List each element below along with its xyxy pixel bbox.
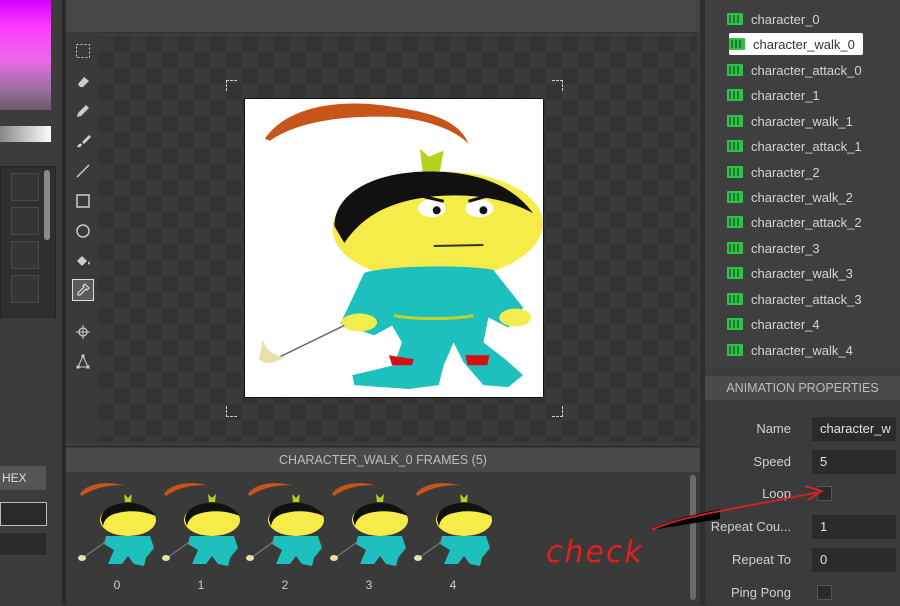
frame-thumbnail[interactable]: 2 <box>244 480 326 592</box>
pencil-icon[interactable] <box>72 100 94 122</box>
crosshair-icon[interactable] <box>72 321 94 343</box>
frame-number: 4 <box>449 578 457 592</box>
animation-label: character_1 <box>751 87 820 103</box>
color-swatch[interactable] <box>11 207 39 235</box>
color-value-field[interactable] <box>0 533 46 555</box>
sprite-image <box>244 98 544 398</box>
animation-icon <box>727 293 743 305</box>
rectangle-icon[interactable] <box>72 190 94 212</box>
canvas-corner-marker <box>226 80 237 91</box>
animation-item[interactable]: character_attack_3 <box>727 288 862 310</box>
alpha-slider[interactable] <box>0 126 51 142</box>
color-gradient-picker[interactable] <box>0 0 51 110</box>
animation-label: character_walk_4 <box>751 342 853 358</box>
animation-label: character_attack_1 <box>751 138 862 154</box>
animation-item[interactable]: character_attack_0 <box>727 59 862 81</box>
animation-label: character_attack_0 <box>751 62 862 78</box>
hex-mode-button[interactable]: HEX <box>0 466 46 490</box>
frame-number: 1 <box>197 578 205 592</box>
animation-item[interactable]: character_walk_1 <box>727 110 853 132</box>
animation-item[interactable]: character_walk_3 <box>727 262 853 284</box>
properties-header: ANIMATION PROPERTIES <box>705 376 900 400</box>
animation-item[interactable]: character_0 <box>727 8 820 30</box>
animation-icon <box>729 38 745 50</box>
brush-icon[interactable] <box>72 130 94 152</box>
animation-item[interactable]: character_4 <box>727 313 820 335</box>
select-icon[interactable] <box>72 40 94 62</box>
eyedropper-icon[interactable] <box>72 279 94 301</box>
animation-icon <box>727 89 743 101</box>
animation-item[interactable]: character_attack_2 <box>727 211 862 233</box>
animation-icon <box>727 13 743 25</box>
frame-thumbnail[interactable]: 4 <box>412 480 494 592</box>
speed-input[interactable]: 5 <box>812 450 896 474</box>
ellipse-icon[interactable] <box>72 220 94 242</box>
fill-bucket-icon[interactable] <box>72 250 94 272</box>
animation-icon <box>727 318 743 330</box>
animation-label: character_attack_2 <box>751 214 862 230</box>
ping-pong-label: Ping Pong <box>731 585 791 600</box>
line-icon[interactable] <box>72 160 94 182</box>
canvas-corner-marker <box>226 406 237 417</box>
animation-icon <box>727 115 743 127</box>
animation-item[interactable]: character_3 <box>727 237 820 259</box>
animation-icon <box>727 242 743 254</box>
animation-icon <box>727 267 743 279</box>
hex-input[interactable] <box>0 502 47 526</box>
animation-icon <box>727 216 743 228</box>
color-swatch[interactable] <box>11 275 39 303</box>
frame-number: 0 <box>113 578 121 592</box>
frame-thumbnail[interactable]: 3 <box>328 480 410 592</box>
animation-icon <box>727 344 743 356</box>
animation-label: character_walk_3 <box>751 265 853 281</box>
animation-label: character_0 <box>751 11 820 27</box>
animation-label: character_4 <box>751 316 820 332</box>
animation-label: character_walk_1 <box>751 113 853 129</box>
animation-item[interactable]: character_1 <box>727 84 820 106</box>
repeat-to-input[interactable]: 0 <box>812 548 896 572</box>
frame-thumbnail[interactable]: 0 <box>76 480 158 592</box>
animation-label: character_2 <box>751 164 820 180</box>
animation-item-selected[interactable]: character_walk_0 <box>729 33 863 55</box>
name-label: Name <box>756 421 791 436</box>
frame-thumbnail[interactable]: 1 <box>160 480 242 592</box>
animation-icon <box>727 140 743 152</box>
frames-header: CHARACTER_WALK_0 FRAMES (5) <box>66 448 700 472</box>
animation-label: character_walk_2 <box>751 189 853 205</box>
animation-label: character_walk_0 <box>753 36 855 52</box>
animation-item[interactable]: character_walk_4 <box>727 339 853 361</box>
eraser-icon[interactable] <box>72 70 94 92</box>
swatch-scrollbar[interactable] <box>44 170 50 240</box>
canvas-corner-marker <box>552 80 563 91</box>
animation-label: character_3 <box>751 240 820 256</box>
animation-icon <box>727 64 743 76</box>
frame-number: 3 <box>365 578 373 592</box>
annotation-arrow <box>651 485 825 531</box>
canvas-corner-marker <box>552 406 563 417</box>
ping-pong-checkbox[interactable] <box>817 585 832 600</box>
animations-list: character_0 character_walk_0 character_a… <box>705 0 900 368</box>
animation-item[interactable]: character_2 <box>727 161 820 183</box>
animation-icon <box>727 166 743 178</box>
animation-item[interactable]: character_attack_1 <box>727 135 862 157</box>
name-input[interactable]: character_w <box>812 417 896 441</box>
frame-number: 2 <box>281 578 289 592</box>
color-swatch[interactable] <box>11 173 39 201</box>
speed-label: Speed <box>753 454 791 469</box>
node-tool-icon[interactable] <box>72 351 94 373</box>
animation-item[interactable]: character_walk_2 <box>727 186 853 208</box>
annotation-text: check <box>546 535 644 570</box>
animation-icon <box>727 191 743 203</box>
color-swatch[interactable] <box>11 241 39 269</box>
editor-top-bar <box>66 0 700 33</box>
animation-label: character_attack_3 <box>751 291 862 307</box>
drawing-toolbar <box>66 32 98 442</box>
